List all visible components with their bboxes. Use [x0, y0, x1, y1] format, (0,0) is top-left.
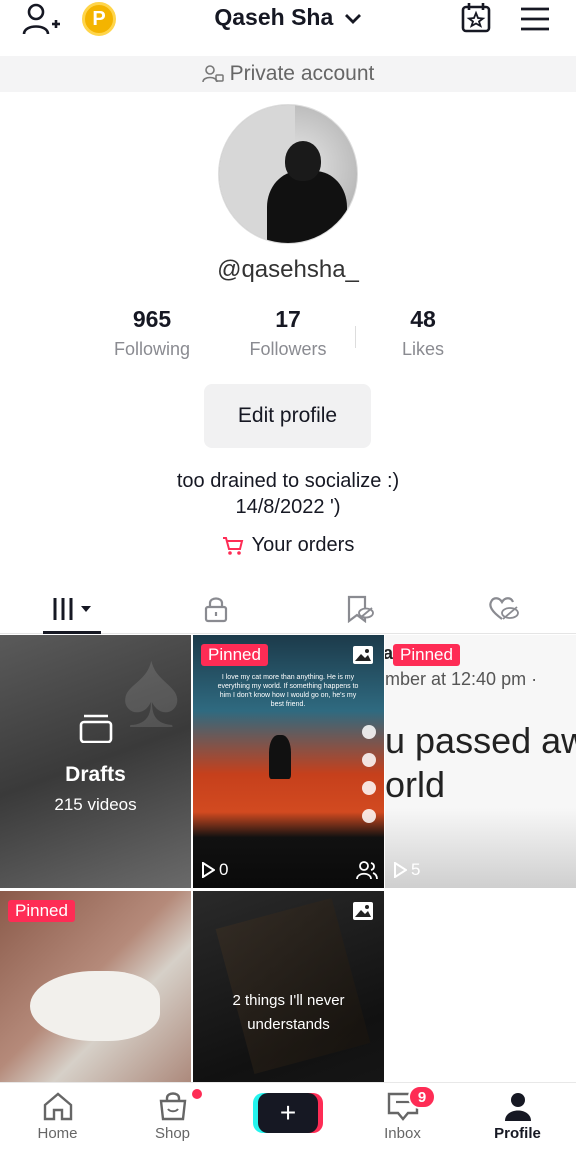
bio: too drained to socialize :) 14/8/2022 '): [0, 468, 576, 520]
tab-videos[interactable]: [0, 584, 144, 634]
play-icon: [202, 862, 215, 878]
profile-handle: @qasehsha_: [217, 256, 359, 283]
truncated-text: a: [385, 643, 394, 663]
home-icon: [43, 1092, 72, 1121]
bookmark-hidden-icon: [347, 595, 374, 623]
friends-icon: [356, 861, 378, 880]
post-timestamp-text: mber at 12:40 pm ·: [385, 669, 538, 689]
private-account-label: Private account: [229, 62, 375, 85]
photo-icon: [353, 646, 373, 664]
nav-profile[interactable]: Profile: [460, 1091, 575, 1142]
post-headline-text: u passed aw orld: [385, 719, 576, 807]
pinned-badge: Pinned: [201, 644, 268, 666]
headline-line-2: orld: [385, 764, 446, 805]
stat-value: 48: [410, 306, 436, 332]
nav-home-label: Home: [37, 1125, 78, 1142]
play-icon: [394, 862, 407, 878]
calendar-star-icon[interactable]: [460, 2, 492, 34]
tab-private[interactable]: [144, 584, 288, 634]
pinned-badge: Pinned: [393, 644, 460, 666]
username-label: Qaseh Sha: [214, 4, 334, 30]
nav-shop-label: Shop: [154, 1125, 191, 1142]
chevron-down-icon: [344, 13, 361, 24]
tab-favorites[interactable]: [288, 584, 432, 634]
spade-decoration: ♠: [122, 635, 181, 751]
active-tab-indicator: [43, 631, 101, 634]
action-rail: [360, 725, 378, 837]
cart-icon: [222, 536, 243, 555]
nav-inbox[interactable]: Inbox: [345, 1091, 460, 1142]
post-overlay-text: I love my cat more than anything. He is …: [217, 674, 359, 708]
notification-dot: [192, 1089, 202, 1099]
content-tabs: [0, 584, 576, 634]
private-user-icon: [201, 65, 224, 83]
top-bar: P Qaseh Sha: [0, 0, 576, 56]
drafts-tile[interactable]: ♠ Drafts 215 videos: [0, 635, 191, 888]
inbox-badge: 9: [408, 1085, 436, 1109]
profile-stats: 965 Following 17 Followers 48 Likes: [0, 306, 576, 370]
stat-followers[interactable]: 17 Followers: [218, 306, 358, 360]
cat-silhouette: [269, 735, 291, 779]
private-account-banner[interactable]: Private account: [0, 56, 576, 92]
shopping-bag-icon: [159, 1092, 186, 1121]
stat-value: 17: [275, 306, 301, 332]
lock-icon: [204, 597, 228, 623]
stat-value: 965: [132, 306, 172, 332]
menu-icon[interactable]: [519, 6, 551, 32]
tab-liked[interactable]: [432, 584, 576, 634]
drafts-count: 215 videos: [54, 795, 137, 814]
nav-home[interactable]: Home: [0, 1091, 115, 1142]
view-count-value: 5: [411, 860, 421, 879]
view-count: 5: [393, 860, 420, 880]
stat-likes[interactable]: 48 Likes: [353, 306, 493, 360]
bio-line-2: 14/8/2022 '): [235, 496, 341, 518]
photo-icon: [353, 902, 373, 920]
video-tile[interactable]: Pinned I love my cat more than anything.…: [193, 635, 384, 888]
video-tile[interactable]: a Pinned mber at 12:40 pm · u passed aw …: [385, 635, 576, 888]
avatar-figure-head: [285, 141, 321, 181]
your-orders-link[interactable]: Your orders: [0, 534, 576, 557]
grid-videos-icon: [53, 598, 91, 620]
nav-shop[interactable]: Shop: [115, 1091, 230, 1142]
book-image: [215, 898, 371, 1074]
create-button[interactable]: +: [258, 1093, 318, 1133]
stat-label: Likes: [401, 339, 445, 359]
edit-profile-button[interactable]: Edit profile: [204, 384, 371, 448]
white-cat-image: [30, 971, 160, 1041]
stat-following[interactable]: 965 Following: [82, 306, 222, 360]
stat-label: Following: [113, 339, 191, 359]
nav-profile-label: Profile: [494, 1125, 541, 1142]
your-orders-label: Your orders: [251, 534, 355, 556]
headline-line-1: u passed aw: [385, 720, 576, 761]
post-caption: 2 things I'll never understands: [232, 992, 345, 1033]
pinned-badge: Pinned: [8, 900, 75, 922]
view-count-value: 0: [219, 860, 229, 879]
avatar-figure-body: [267, 171, 347, 243]
stat-label: Followers: [249, 339, 327, 359]
bottom-navigation: Home Shop + Inbox 9 Profile: [0, 1082, 576, 1155]
bio-line-1: too drained to socialize :): [176, 470, 400, 492]
heart-hidden-icon: [489, 597, 519, 620]
drafts-title: Drafts: [65, 763, 126, 786]
avatar[interactable]: [218, 104, 358, 244]
drafts-icon: [79, 714, 113, 743]
view-count: 0: [201, 860, 228, 880]
profile-icon: [504, 1093, 531, 1121]
nav-inbox-label: Inbox: [384, 1125, 421, 1142]
